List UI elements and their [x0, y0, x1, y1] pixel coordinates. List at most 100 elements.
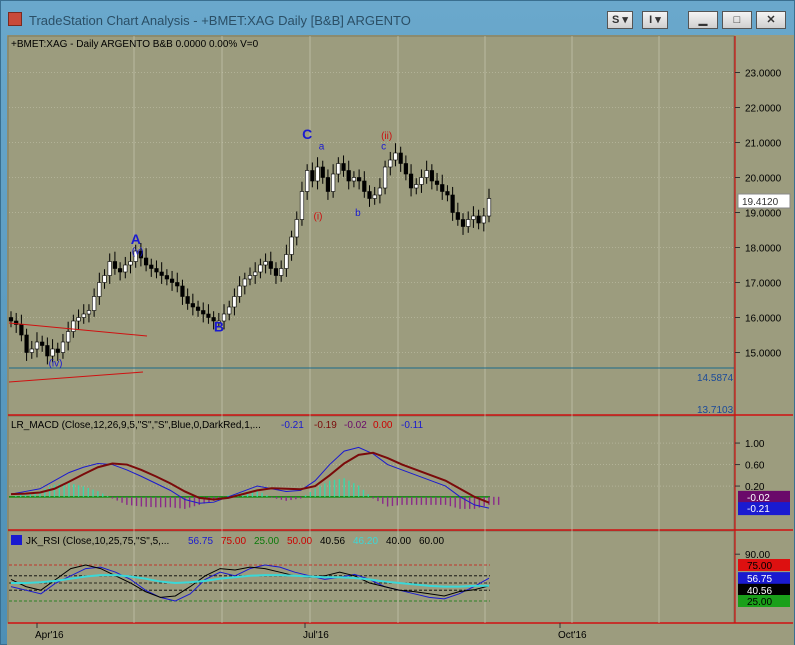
maximize-icon: □: [733, 14, 741, 26]
candle-body: [362, 180, 367, 192]
price-tick-label: 18.0000: [745, 244, 782, 255]
rsi-values: 56.75 75.00 25.00 50.00 40.56 46.20 40.0…: [188, 536, 444, 547]
candle-body: [429, 170, 434, 182]
candle-body: [310, 170, 315, 182]
date-tick-label: Apr'16: [35, 630, 64, 641]
rsi-badge-text-0: 75.00: [747, 561, 772, 572]
level-label-2: 13.7103: [697, 405, 734, 416]
candle-body: [305, 170, 310, 192]
candle-body: [92, 296, 97, 311]
candle-body: [40, 341, 45, 346]
candle-body: [325, 177, 331, 192]
rsi-title-swatch: [11, 535, 22, 545]
candle-body: [97, 282, 102, 297]
candle-body: [154, 268, 159, 273]
candle-body: [232, 296, 237, 308]
candlestick-series: [8, 143, 492, 365]
price-panel-header: +BMET:XAG - Daily ARGENTO B&B 0.0000 0.0…: [11, 39, 259, 50]
candle-body: [299, 191, 305, 220]
indicator-menu-button[interactable]: I ▾: [642, 11, 668, 29]
candle-body: [336, 163, 341, 175]
wave-label: b: [355, 208, 361, 219]
candle-body: [357, 177, 362, 182]
minimize-button[interactable]: ▁: [688, 11, 718, 29]
candle-body: [123, 264, 128, 273]
chart-annotations: A(v) B (iv) Ca (i) b (ii)c: [8, 126, 734, 383]
chart-area[interactable]: 23.0000 22.0000 21.0000 20.0000 19.0000 18.00…: [7, 35, 794, 645]
macd-value-3: -0.02: [344, 420, 367, 431]
window-title: TradeStation Chart Analysis - +BMET:XAG …: [29, 13, 411, 28]
candle-body: [50, 348, 55, 357]
price-tick-label: 22.0000: [745, 104, 782, 115]
candle-body: [414, 184, 419, 189]
candle-body: [45, 345, 50, 357]
candle-body: [253, 271, 258, 276]
candle-body: [481, 215, 486, 224]
candle-body: [382, 166, 388, 189]
macd-values: -0.21 -0.19 -0.02 0.00 -0.11: [281, 420, 423, 431]
candle-body: [185, 296, 190, 304]
candle-body: [55, 348, 60, 353]
candle-body: [112, 261, 118, 269]
rsi-value-7: 40.00: [386, 536, 411, 547]
macd-value-1: -0.21: [281, 420, 304, 431]
candle-body: [440, 184, 445, 192]
rsi-value-5: 40.56: [320, 536, 345, 547]
macd-value-5: -0.11: [401, 420, 423, 431]
candle-body: [424, 170, 429, 178]
candle-body: [445, 191, 450, 196]
macd-line-0: [10, 446, 490, 509]
candle-body: [76, 317, 81, 322]
candle-body: [169, 278, 175, 283]
grid-lines: [9, 36, 734, 623]
rsi-line-2: [11, 574, 490, 588]
candle-body: [346, 170, 351, 182]
rsi-value-3: 25.00: [254, 536, 279, 547]
candle-body: [143, 257, 149, 266]
style-menu-button[interactable]: S ▾: [607, 11, 633, 29]
rsi-badge-text-1: 56.75: [747, 574, 772, 585]
candle-body: [71, 320, 76, 332]
price-tick-label: 23.0000: [745, 69, 782, 80]
macd-panel[interactable]: [7, 415, 735, 531]
candle-body: [19, 324, 24, 336]
rsi-value-8: 60.00: [419, 536, 444, 547]
candle-body: [66, 331, 71, 343]
candle-body: [294, 219, 299, 238]
candle-body: [398, 152, 403, 164]
candle-body: [164, 275, 169, 280]
rsi-badge-text-3: 25.00: [747, 597, 772, 608]
candle-body: [149, 264, 154, 269]
chart-canvas[interactable]: 23.0000 22.0000 21.0000 20.0000 19.0000 18.00…: [7, 35, 794, 645]
candle-body: [341, 163, 346, 171]
wave-label: B: [214, 319, 224, 335]
candle-body: [279, 268, 284, 276]
candle-body: [201, 310, 206, 315]
candle-body: [284, 254, 289, 269]
candle-body: [351, 177, 357, 182]
close-button[interactable]: ✕: [756, 11, 786, 29]
price-tick-label: 20.0000: [745, 174, 782, 185]
candle-body: [393, 152, 398, 161]
candle-body: [460, 219, 466, 227]
candle-body: [471, 215, 476, 220]
app-window: TradeStation Chart Analysis - +BMET:XAG …: [0, 0, 795, 645]
candle-body: [8, 317, 14, 322]
candle-body: [118, 268, 123, 273]
candle-body: [190, 303, 195, 308]
wave-label: a: [319, 142, 325, 153]
date-axis: Apr'16 Jul'16 Oct'16: [35, 623, 587, 641]
close-icon: ✕: [766, 14, 776, 26]
candle-body: [388, 159, 393, 168]
price-tick-label: 17.0000: [745, 279, 782, 290]
app-icon: [8, 12, 22, 26]
macd-value-4: 0.00: [373, 420, 393, 431]
price-panel[interactable]: [7, 35, 735, 416]
candle-body: [206, 313, 211, 318]
title-bar[interactable]: TradeStation Chart Analysis - +BMET:XAG …: [1, 1, 795, 35]
maximize-button[interactable]: □: [722, 11, 752, 29]
price-tick-label: 15.0000: [745, 349, 782, 360]
candle-body: [331, 173, 336, 192]
price-tick-label: 16.0000: [745, 314, 782, 325]
price-axis: 23.0000 22.0000 21.0000 20.0000 19.0000 18.00…: [735, 69, 782, 360]
